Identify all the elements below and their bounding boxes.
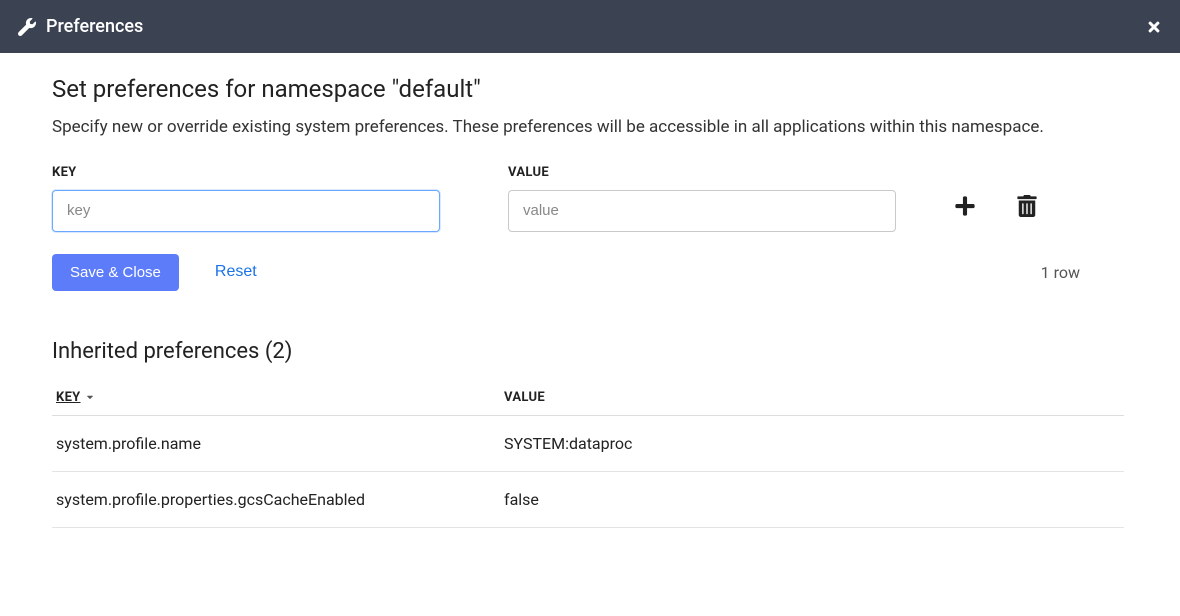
inherited-key-cell: system.profile.name — [56, 434, 504, 453]
key-input[interactable] — [52, 190, 440, 232]
inherited-key-cell: system.profile.properties.gcsCacheEnable… — [56, 490, 504, 509]
inherited-table: KEY VALUE system.profile.name SYSTEM:dat… — [52, 380, 1124, 528]
inherited-section-title: Inherited preferences (2) — [52, 339, 1128, 364]
value-label: VALUE — [508, 165, 896, 180]
header-left: Preferences — [18, 16, 143, 37]
sort-caret-icon — [85, 392, 95, 402]
page-title: Set preferences for namespace "default" — [52, 75, 1128, 103]
button-row: Save & Close Reset 1 row — [52, 254, 1128, 291]
inherited-table-row: system.profile.properties.gcsCacheEnable… — [52, 472, 1124, 528]
add-row-icon[interactable] — [954, 195, 976, 217]
modal-content: Set preferences for namespace "default" … — [0, 53, 1180, 550]
value-input[interactable] — [508, 190, 896, 232]
close-icon[interactable] — [1146, 19, 1162, 35]
key-label: KEY — [52, 165, 440, 180]
preference-form-row: KEY VALUE — [52, 165, 1128, 232]
wrench-icon — [18, 18, 36, 36]
inherited-value-cell: false — [504, 490, 1120, 509]
inherited-table-row: system.profile.name SYSTEM:dataproc — [52, 416, 1124, 472]
inherited-key-header-label: KEY — [56, 390, 81, 405]
row-count-text: 1 row — [1041, 263, 1128, 282]
inherited-value-header[interactable]: VALUE — [504, 390, 1120, 405]
header-title: Preferences — [46, 16, 143, 37]
delete-row-icon[interactable] — [1016, 195, 1038, 217]
inherited-header-row: KEY VALUE — [52, 380, 1124, 416]
inherited-key-header[interactable]: KEY — [56, 390, 504, 405]
reset-button[interactable]: Reset — [215, 263, 257, 281]
inherited-value-cell: SYSTEM:dataproc — [504, 434, 1120, 453]
page-description: Specify new or override existing system … — [52, 115, 1128, 141]
modal-header: Preferences — [0, 0, 1180, 53]
save-close-button[interactable]: Save & Close — [52, 254, 179, 291]
